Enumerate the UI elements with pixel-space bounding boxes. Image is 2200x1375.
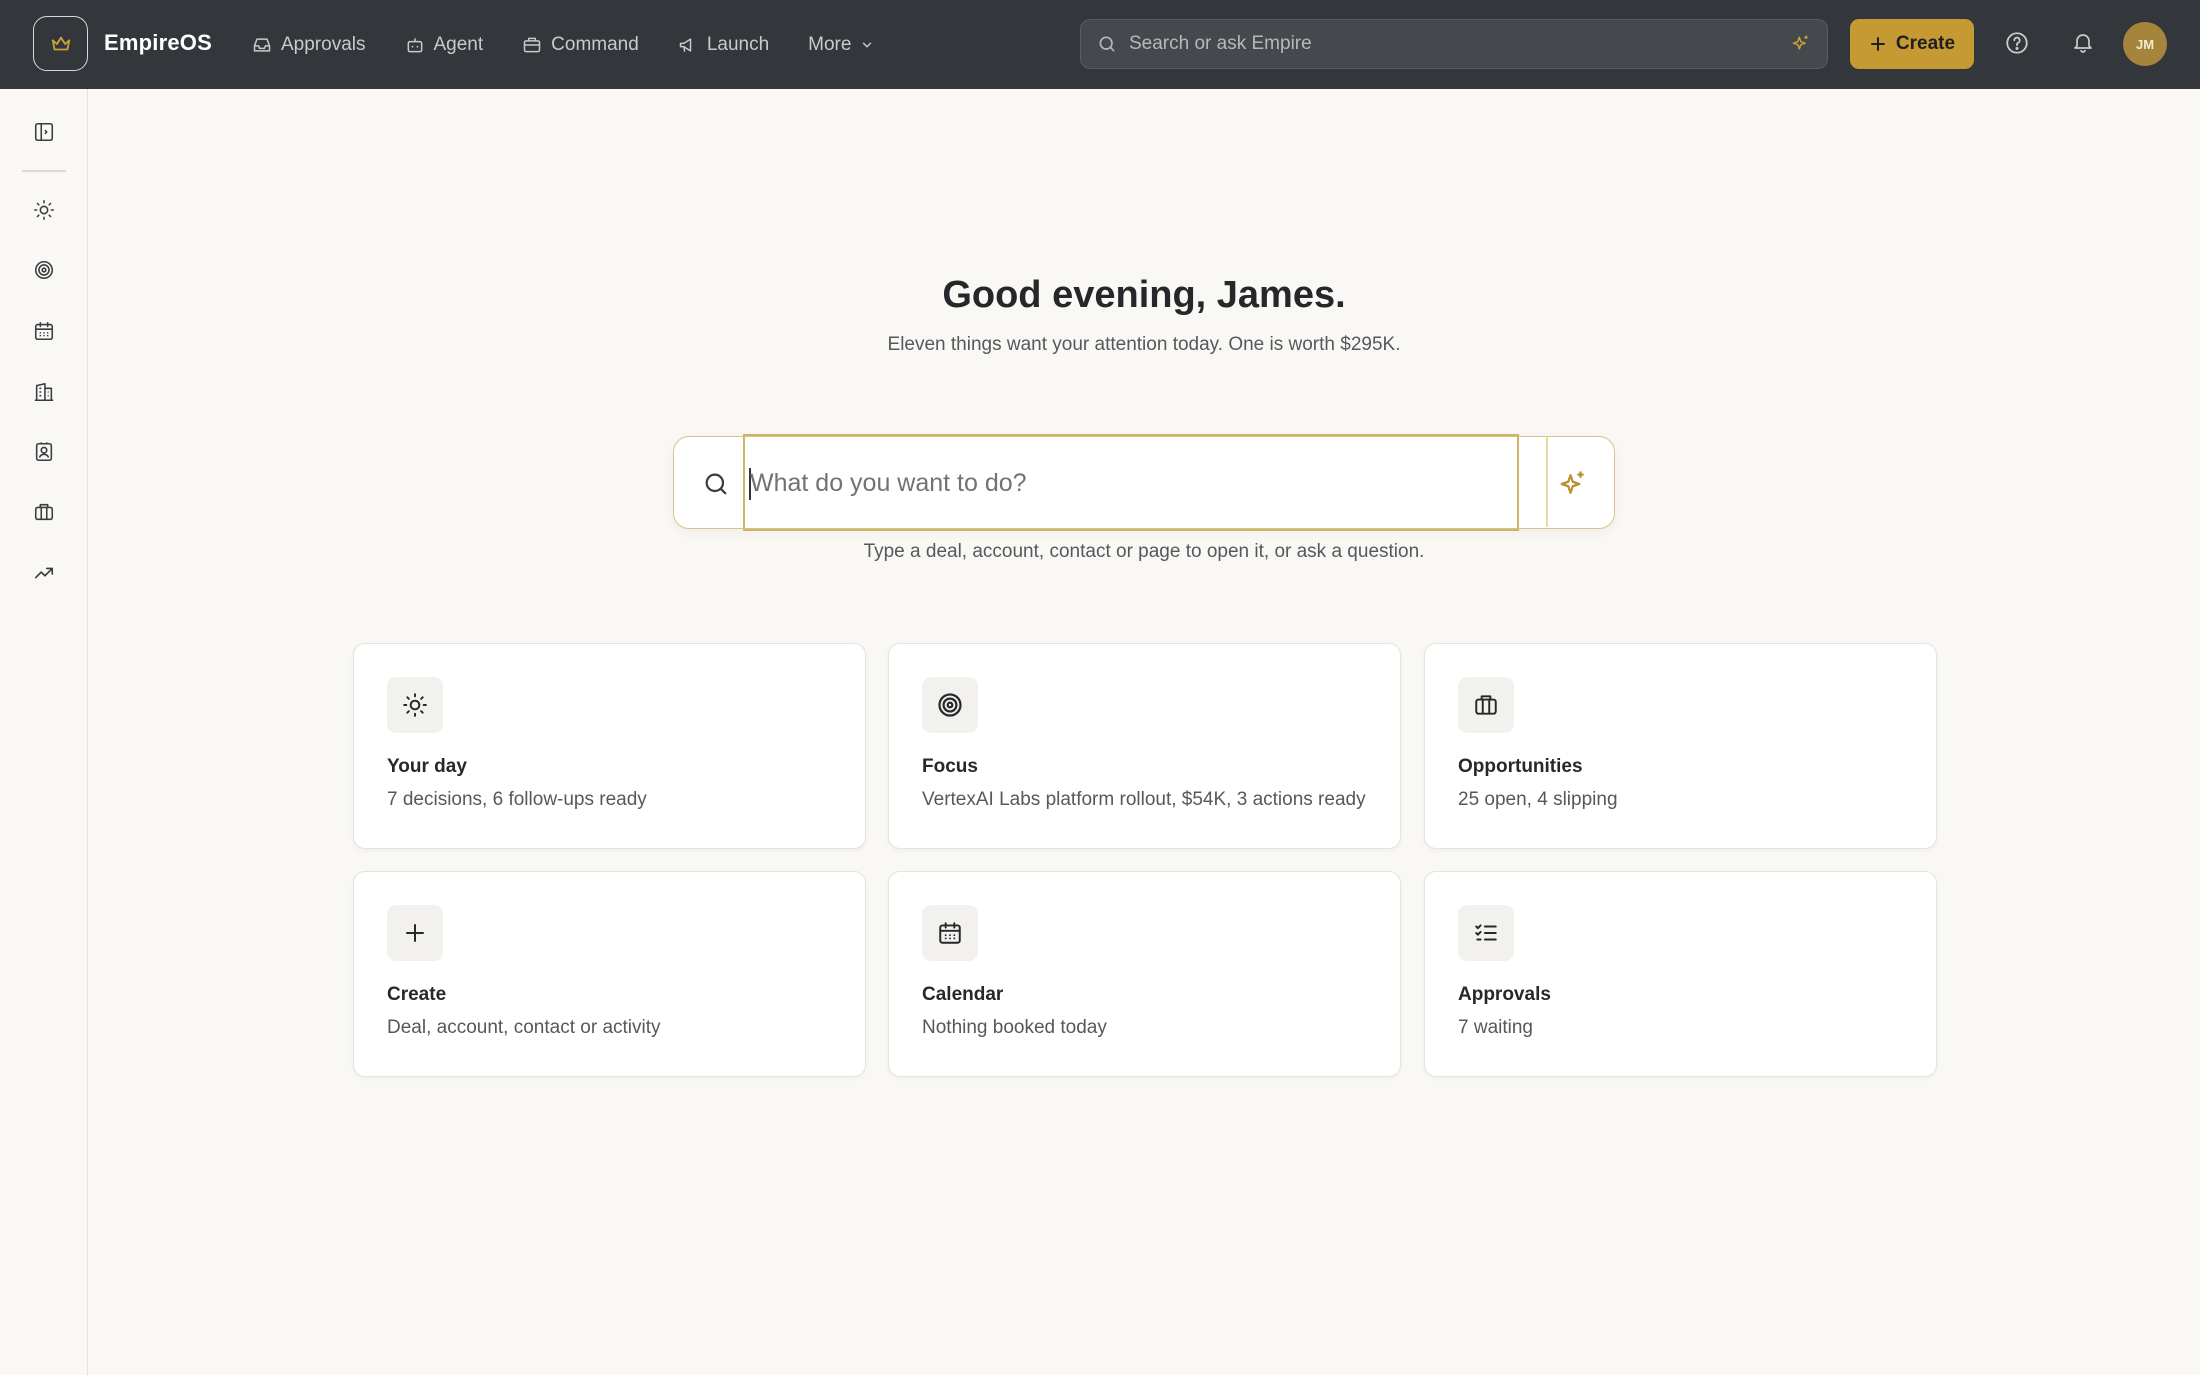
card-title: Your day [387, 756, 467, 777]
nav-label: More [808, 33, 852, 55]
card-icon-wrap [387, 677, 443, 733]
logo-button[interactable] [33, 16, 88, 71]
trending-up-icon [34, 567, 54, 579]
nav-agent[interactable]: Agent [405, 33, 484, 56]
help-button[interactable] [2004, 30, 2030, 56]
target-icon [938, 693, 962, 717]
card-approvals[interactable]: Approvals 7 waiting [1424, 871, 1937, 1077]
card-icon-wrap [922, 677, 978, 733]
megaphone-icon [679, 37, 692, 52]
main-nav: Approvals Agent Command Launch More [252, 0, 913, 89]
sun-icon [403, 693, 427, 717]
brand-name: EmpireOS [104, 30, 212, 55]
nav-label: Launch [706, 33, 770, 55]
create-button[interactable]: Create [1850, 19, 1974, 69]
sidebar-item-accounts[interactable] [33, 381, 55, 403]
command-bar [673, 434, 1615, 531]
building-icon [34, 382, 54, 402]
create-button-label: Create [1895, 33, 1956, 54]
briefcase-icon [34, 503, 54, 521]
nav-command[interactable]: Command [522, 34, 639, 56]
sidebar-item-trends[interactable] [33, 562, 55, 584]
card-description: Nothing booked today [922, 1017, 1107, 1038]
ask-ai-button[interactable] [1558, 469, 1588, 499]
card-title: Approvals [1458, 984, 1551, 1005]
sidebar-divider [22, 170, 66, 172]
search-icon [705, 473, 727, 495]
nav-label: Approvals [281, 33, 366, 55]
card-description: Deal, account, contact or activity [387, 1017, 661, 1038]
card-title: Calendar [922, 984, 1004, 1005]
card-description: 7 waiting [1458, 1017, 1533, 1038]
card-title: Create [387, 984, 447, 1005]
command-search-icon-wrap [702, 470, 730, 498]
sidebar-item-focus[interactable] [33, 259, 55, 281]
briefcase-icon [1475, 695, 1497, 715]
command-input[interactable] [750, 457, 1510, 509]
sidebar-toggle-button[interactable] [33, 121, 55, 143]
sidebar-item-contacts[interactable] [33, 441, 55, 463]
search-icon [1099, 36, 1115, 52]
notifications-button[interactable] [2071, 30, 2095, 54]
card-description: 7 decisions, 6 follow-ups ready [387, 789, 647, 810]
card-icon-wrap [1458, 677, 1514, 733]
crown-icon [51, 36, 70, 50]
sidebar-toggle-icon [34, 122, 54, 142]
card-icon-wrap [922, 905, 978, 961]
command-divider [1546, 437, 1548, 527]
bell-icon [2074, 34, 2092, 53]
page-subtitle: Eleven things want your attention today.… [887, 334, 1401, 355]
card-icon-wrap [1458, 905, 1514, 961]
global-search-placeholder: Search or ask Empire [1129, 33, 1312, 54]
card-title: Opportunities [1458, 756, 1583, 777]
plus-icon [406, 924, 424, 942]
card-your-day[interactable]: Your day 7 decisions, 6 follow-ups ready [353, 643, 866, 849]
top-bar: EmpireOS Approvals Agent Command Launch … [0, 0, 2200, 89]
plus-icon [1870, 37, 1885, 51]
nav-approvals[interactable]: Approvals [252, 34, 366, 56]
bot-icon [407, 37, 422, 52]
sparkle-icon[interactable] [1791, 34, 1811, 54]
briefcase-icon [523, 37, 541, 52]
sidebar [0, 89, 88, 1375]
card-opportunities[interactable]: Opportunities 25 open, 4 slipping [1424, 643, 1937, 849]
nav-more[interactable]: More [808, 34, 874, 56]
sparkle-icon [1560, 471, 1584, 494]
target-icon [34, 260, 54, 280]
nav-label: Agent [433, 33, 484, 55]
chevron-down-icon [863, 42, 872, 48]
inbox-icon [253, 37, 271, 52]
card-calendar[interactable]: Calendar Nothing booked today [888, 871, 1401, 1077]
card-focus[interactable]: Focus VertexAI Labs platform rollout, $5… [888, 643, 1401, 849]
card-description: VertexAI Labs platform rollout, $54K, 3 … [922, 789, 1366, 810]
card-description: 25 open, 4 slipping [1458, 789, 1618, 810]
global-search[interactable]: Search or ask Empire [1080, 19, 1828, 69]
help-circle-icon [2006, 32, 2028, 54]
card-title: Focus [922, 756, 978, 777]
sidebar-item-your-day[interactable] [33, 199, 55, 221]
card-create[interactable]: Create Deal, account, contact or activit… [353, 871, 866, 1077]
sidebar-item-calendar[interactable] [33, 320, 55, 342]
page-title: Good evening, James. [942, 274, 1346, 316]
command-hint: Type a deal, account, contact or page to… [863, 541, 1425, 562]
sun-icon [34, 200, 54, 220]
contact-card-icon [35, 442, 53, 462]
nav-launch[interactable]: Launch [678, 34, 769, 56]
card-icon-wrap [387, 905, 443, 961]
calendar-icon [939, 922, 961, 944]
nav-label: Command [551, 33, 639, 55]
calendar-icon [34, 321, 54, 341]
avatar[interactable]: JM [2123, 22, 2167, 66]
checklist-icon [1475, 924, 1497, 941]
sidebar-item-opportunities[interactable] [33, 501, 55, 523]
